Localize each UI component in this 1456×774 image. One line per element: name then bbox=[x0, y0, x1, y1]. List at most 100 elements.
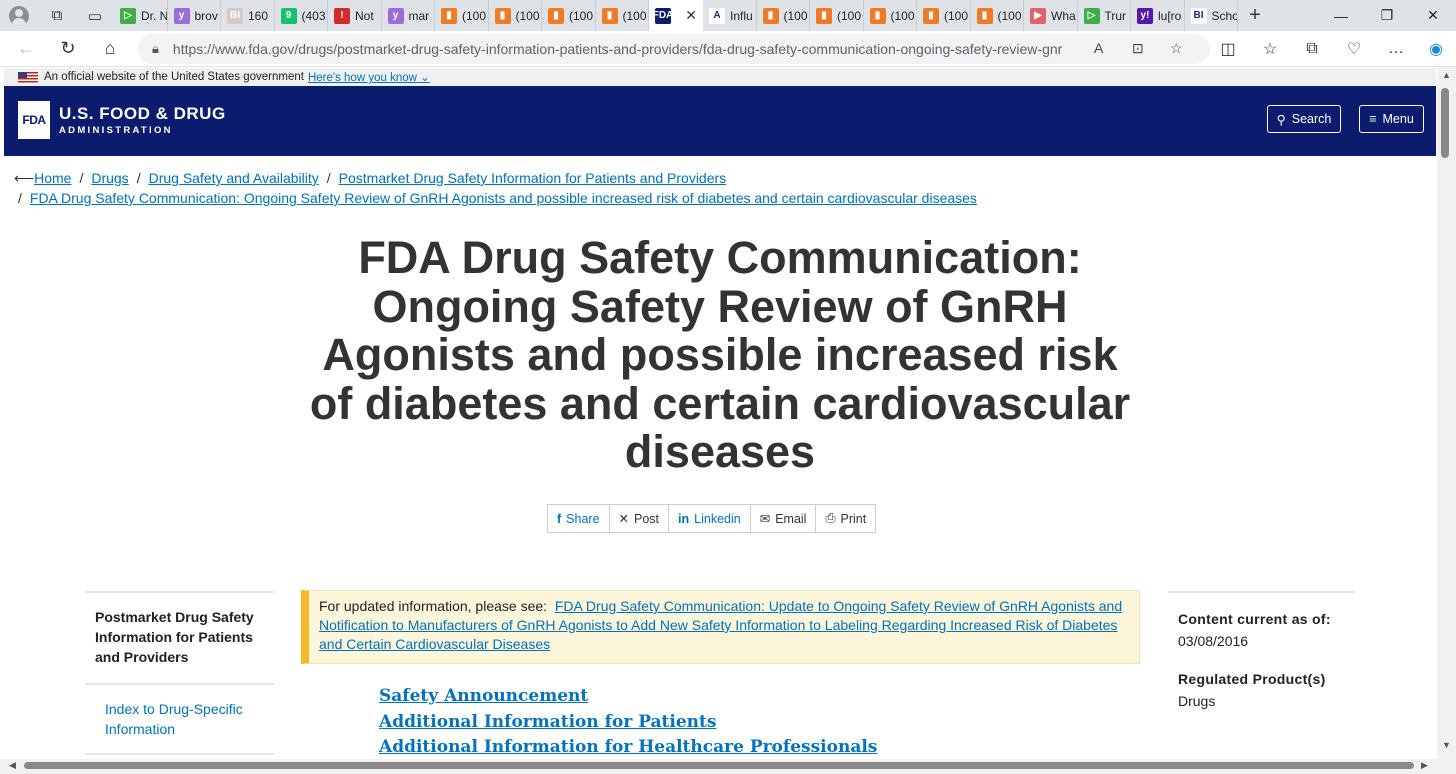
scroll-up-icon[interactable]: ▲ bbox=[1442, 70, 1451, 80]
tab-label: brov bbox=[194, 8, 218, 23]
tab-favicon-icon: ▮ bbox=[548, 7, 564, 24]
browser-tab[interactable]: y mar bbox=[382, 0, 435, 31]
browser-tab[interactable]: ▮ (100 bbox=[864, 0, 917, 31]
print-button[interactable]: ⎙ Print bbox=[815, 504, 877, 533]
regulated-products-value: Drugs bbox=[1178, 693, 1216, 709]
close-tab-icon[interactable]: ✕ bbox=[685, 7, 697, 24]
browser-tab[interactable]: ▶ Wha bbox=[1024, 0, 1078, 31]
browser-tab[interactable]: ▮ (100 bbox=[596, 0, 649, 31]
share-email-button[interactable]: ✉ Email bbox=[749, 504, 817, 533]
copilot-icon[interactable]: ◉ bbox=[1416, 31, 1456, 67]
browser-tab[interactable]: ▮ (100 bbox=[917, 0, 971, 31]
tab-label: Wha bbox=[1051, 8, 1076, 23]
tab-favicon-icon: y bbox=[387, 7, 404, 24]
breadcrumb-drug-safety[interactable]: Drug Safety and Availability bbox=[149, 170, 319, 186]
tab-label: (100 bbox=[462, 8, 487, 23]
gov-banner-text: An official website of the United States… bbox=[44, 71, 304, 83]
close-window-icon[interactable]: ✕ bbox=[1410, 0, 1456, 31]
lock-icon[interactable]: 🔒︎ bbox=[152, 41, 159, 57]
browser-tab[interactable]: 9 (403 bbox=[275, 0, 328, 31]
sidebar-nav: Postmarket Drug Safety Information for P… bbox=[85, 591, 274, 755]
tab-favicon-icon: FDA bbox=[653, 7, 673, 24]
tab-label: 160 bbox=[248, 8, 269, 23]
share-x-button[interactable]: ✕ Post bbox=[608, 504, 670, 533]
back-icon[interactable]: ← bbox=[5, 31, 47, 67]
tab-label: Influ bbox=[730, 8, 753, 23]
read-aloud-icon[interactable]: A bbox=[1094, 40, 1103, 56]
scroll-right-icon[interactable]: ▶ bbox=[1421, 760, 1428, 771]
url-text[interactable]: https://www.fda.gov/drugs/postmarket-dru… bbox=[173, 41, 1063, 57]
tab-label: (100 bbox=[997, 8, 1022, 23]
search-button[interactable]: ⚲ Search bbox=[1267, 105, 1341, 133]
sidebar-heading[interactable]: Postmarket Drug Safety Information for P… bbox=[85, 591, 274, 685]
more-options-icon[interactable]: … bbox=[1376, 31, 1416, 67]
breadcrumb-home[interactable]: Home bbox=[34, 170, 71, 186]
reload-icon[interactable]: ↻ bbox=[47, 31, 89, 67]
browser-tab[interactable]: ▮ (100 bbox=[810, 0, 864, 31]
tab-active[interactable]: FDA ✕ bbox=[649, 0, 703, 31]
tab-actions-icon[interactable]: ▭ bbox=[76, 0, 114, 31]
restore-icon[interactable]: ❐ bbox=[1364, 0, 1410, 31]
envelope-icon: ✉ bbox=[759, 512, 771, 526]
immersive-reader-icon[interactable]: ⊡ bbox=[1132, 40, 1144, 57]
browser-tab-bar: ⧉ ▭ ▷ Dr. Ny brov BI 160 9 (403! Not y mar ▮ (100 ▮(… bbox=[0, 0, 1456, 31]
toc-healthcare-professionals[interactable]: Additional Information for Healthcare Pr… bbox=[379, 735, 877, 761]
browser-tab[interactable]: ▮ (100 bbox=[542, 0, 596, 31]
share-facebook-button[interactable]: f Share bbox=[547, 504, 610, 533]
browser-tab[interactable]: ▮ (100 bbox=[971, 0, 1024, 31]
logo-line1[interactable]: U.S. FOOD & DRUG bbox=[59, 104, 226, 124]
browser-tab[interactable]: y brov bbox=[168, 0, 221, 31]
browser-tab[interactable]: A Influ bbox=[703, 0, 757, 31]
minimize-icon[interactable]: — bbox=[1318, 0, 1364, 31]
tab-favicon-icon: ▶ bbox=[1030, 7, 1046, 24]
new-tab-icon[interactable]: + bbox=[1238, 0, 1272, 31]
breadcrumb-drugs[interactable]: Drugs bbox=[91, 170, 128, 186]
split-screen-icon[interactable]: ◫ bbox=[1208, 31, 1248, 67]
tab-favicon-icon: ▮ bbox=[601, 7, 618, 24]
update-alert: For updated information, please see: FDA… bbox=[301, 590, 1140, 664]
browser-tab[interactable]: ▮ (100 bbox=[757, 0, 810, 31]
browser-tab[interactable]: ▮ (100 bbox=[489, 0, 542, 31]
home-icon[interactable]: ⌂ bbox=[89, 31, 131, 67]
scroll-left-icon[interactable]: ◀ bbox=[9, 760, 16, 771]
tab-favicon-icon: ▮ bbox=[441, 7, 457, 24]
tab-label: Trur bbox=[1104, 8, 1127, 23]
scroll-down-icon[interactable]: ▼ bbox=[1442, 740, 1451, 750]
browser-tab[interactable]: BI Scho bbox=[1185, 0, 1238, 31]
share-toolbar: f Share ✕ Post in Linkedin ✉ Email ⎙ Print bbox=[547, 504, 877, 533]
browser-tab[interactable]: ! Not bbox=[328, 0, 382, 31]
sidebar-item-index[interactable]: Index to Drug-Specific Information bbox=[85, 685, 274, 755]
menu-button[interactable]: ≡ Menu bbox=[1359, 105, 1424, 133]
horizontal-scroll-thumb[interactable] bbox=[24, 762, 1414, 769]
vertical-scroll-thumb[interactable] bbox=[1441, 88, 1449, 158]
profile-avatar-icon[interactable] bbox=[0, 0, 38, 31]
browser-essentials-icon[interactable]: ♡ bbox=[1334, 31, 1374, 67]
browser-tab[interactable]: ▮ (100 bbox=[435, 0, 489, 31]
workspaces-icon[interactable]: ⧉ bbox=[38, 0, 76, 31]
tab-favicon-icon: ▮ bbox=[816, 7, 832, 24]
share-linkedin-button[interactable]: in Linkedin bbox=[668, 504, 751, 533]
browser-tab[interactable]: y! lu[ro bbox=[1131, 0, 1185, 31]
logo-line2[interactable]: ADMINISTRATION bbox=[59, 125, 173, 136]
search-icon: ⚲ bbox=[1276, 112, 1286, 127]
vertical-scrollbar[interactable] bbox=[1437, 67, 1456, 759]
address-bar[interactable]: 🔒︎ https://www.fda.gov/drugs/postmarket-… bbox=[138, 34, 1210, 64]
breadcrumb-current[interactable]: FDA Drug Safety Communication: Ongoing S… bbox=[30, 190, 977, 206]
tab-favicon-icon: BI bbox=[1190, 7, 1207, 24]
tab-strip: ▷ Dr. Ny brov BI 160 9 (403! Not y mar ▮ (100 ▮ (100 ▮… bbox=[114, 0, 1238, 31]
collections-icon[interactable]: ⧉ bbox=[1292, 31, 1332, 67]
tab-label: Not bbox=[355, 8, 374, 23]
tab-favicon-icon: ▮ bbox=[923, 7, 939, 24]
fda-logo-mark[interactable]: FDA bbox=[18, 101, 50, 139]
toc-safety-announcement[interactable]: Safety Announcement bbox=[379, 684, 877, 710]
toc-patients[interactable]: Additional Information for Patients bbox=[379, 710, 877, 736]
tab-label: (100 bbox=[622, 8, 647, 23]
browser-tab[interactable]: ▷ Trur bbox=[1078, 0, 1131, 31]
favorite-star-icon[interactable]: ☆ bbox=[1170, 40, 1183, 57]
browser-tab[interactable]: ▷ Dr. N bbox=[114, 0, 168, 31]
favorites-icon[interactable]: ☆ bbox=[1250, 31, 1290, 67]
browser-tab[interactable]: BI 160 bbox=[221, 0, 275, 31]
tab-favicon-icon: ▷ bbox=[120, 7, 136, 24]
breadcrumb-postmarket[interactable]: Postmarket Drug Safety Information for P… bbox=[339, 170, 727, 186]
heres-how-you-know-link[interactable]: Here's how you know ⌄ bbox=[308, 70, 430, 84]
